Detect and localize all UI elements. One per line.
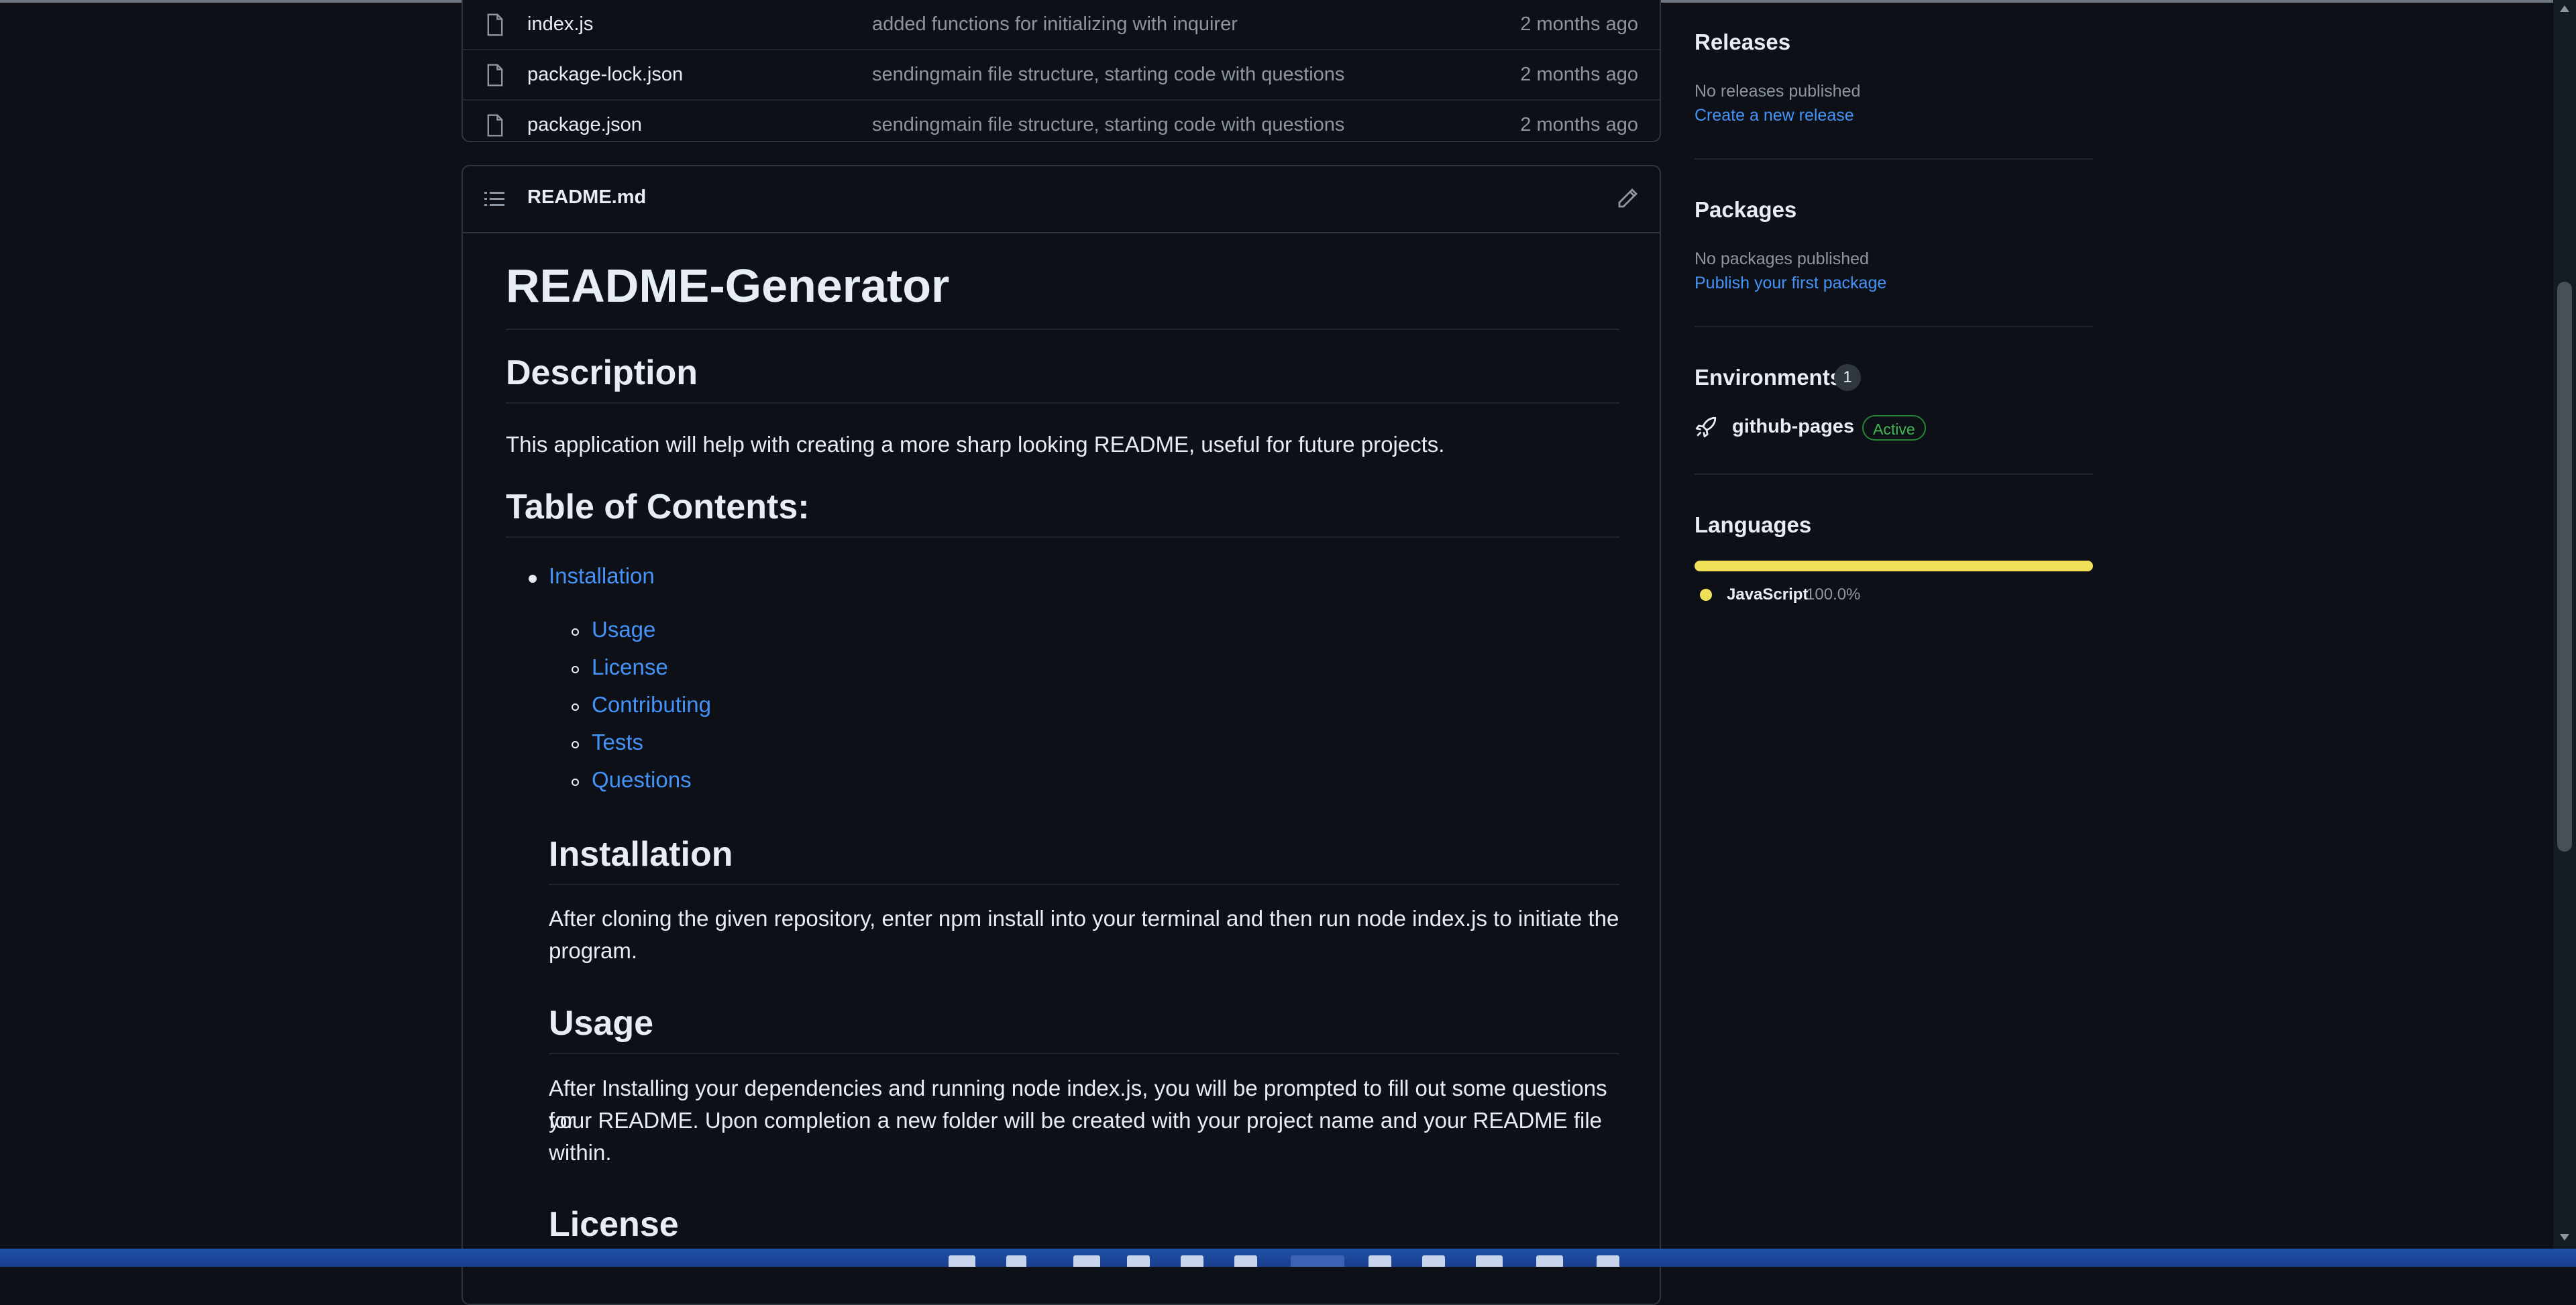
toc-link-questions[interactable]: Questions [592,767,692,793]
toc-link-license[interactable]: License [592,655,668,680]
pencil-icon[interactable] [1617,188,1638,209]
usage-heading: Usage [549,1003,1619,1054]
environment-github-pages-link[interactable]: github-pages [1732,416,1854,438]
scroll-up-arrow-icon[interactable] [2560,5,2569,12]
toc-link-installation[interactable]: Installation [549,563,655,589]
bullet [572,779,579,786]
taskbar-app-icon[interactable] [1597,1255,1619,1267]
description-text: This application will help with creating… [506,432,1445,457]
toc-heading: Table of Contents: [506,487,1619,538]
scroll-down-arrow-icon[interactable] [2560,1234,2569,1241]
publish-package-link[interactable]: Publish your first package [1695,274,1886,293]
installation-heading: Installation [549,834,1619,885]
bullet [572,703,579,711]
file-row[interactable]: package-lock.json sendingmain file struc… [463,50,1660,101]
installation-text-line: program. [549,938,638,963]
javascript-color-dot [1700,589,1712,601]
readme-title: README-Generator [506,259,1619,330]
taskbar-app-icon[interactable] [1073,1255,1100,1267]
file-row[interactable]: package.json sendingmain file structure,… [463,101,1660,150]
packages-title[interactable]: Packages [1695,197,1796,223]
bullet [529,575,537,583]
license-heading: License [549,1204,1619,1255]
file-row[interactable]: index.js added functions for initializin… [463,0,1660,50]
bullet [572,741,579,748]
outline-list-icon[interactable] [484,190,504,208]
bullet [572,628,579,636]
page-scrollbar[interactable] [2553,0,2576,1249]
usage-text-line: within. [549,1140,612,1165]
installation-text-line: After cloning the given repository, ente… [549,906,1619,931]
divider [1695,326,2093,327]
taskbar-app-icon[interactable] [1368,1255,1391,1267]
file-list: index.js added functions for initializin… [462,0,1661,142]
file-name[interactable]: index.js [527,13,593,36]
commit-message[interactable]: sendingmain file structure, starting cod… [872,114,1344,136]
file-name[interactable]: package.json [527,114,642,136]
file-icon [487,114,503,136]
divider [1695,158,2093,160]
taskbar-app-icon[interactable] [1476,1255,1503,1267]
commit-message[interactable]: sendingmain file structure, starting cod… [872,64,1344,86]
taskbar-app-icon[interactable] [1291,1255,1344,1267]
taskbar-app-icon[interactable] [1127,1255,1150,1267]
commit-time: 2 months ago [1520,64,1638,85]
file-icon [487,64,503,86]
description-heading: Description [506,353,1619,404]
commit-time: 2 months ago [1520,114,1638,135]
usage-text-line: your README. Upon completion a new folde… [549,1108,1603,1133]
taskbar-app-icon[interactable] [1181,1255,1203,1267]
languages-title: Languages [1695,512,1812,537]
file-icon [487,13,503,36]
divider [1695,473,2093,475]
scroll-thumb[interactable] [2557,282,2572,852]
bullet [572,666,579,673]
taskbar-app-icon[interactable] [949,1255,975,1267]
taskbar-app-icon[interactable] [1536,1255,1563,1267]
environment-status-badge: Active [1862,415,1926,441]
language-name[interactable]: JavaScript [1727,585,1808,604]
language-percent: 100.0% [1806,585,1861,604]
releases-empty-text: No releases published [1695,82,1861,101]
language-bar [1695,561,2093,571]
commit-message[interactable]: added functions for initializing with in… [872,13,1238,36]
toc-link-tests[interactable]: Tests [592,730,643,755]
taskbar-app-icon[interactable] [1422,1255,1445,1267]
commit-time: 2 months ago [1520,13,1638,35]
create-release-link[interactable]: Create a new release [1695,106,1854,125]
taskbar-app-icon[interactable] [1234,1255,1257,1267]
environments-title[interactable]: Environments [1695,365,1842,390]
taskbar-app-icon[interactable] [1006,1255,1026,1267]
releases-title[interactable]: Releases [1695,30,1790,55]
readme-panel: README.md README-Generator Description T… [462,165,1661,1305]
file-name[interactable]: package-lock.json [527,64,683,86]
toc-link-usage[interactable]: Usage [592,617,655,642]
readme-header: README.md [463,166,1660,233]
packages-empty-text: No packages published [1695,249,1869,268]
readme-filename[interactable]: README.md [527,186,646,209]
environments-count: 1 [1834,364,1861,391]
os-taskbar [0,1249,2576,1267]
rocket-icon [1695,416,1717,438]
toc-link-contributing[interactable]: Contributing [592,692,711,718]
